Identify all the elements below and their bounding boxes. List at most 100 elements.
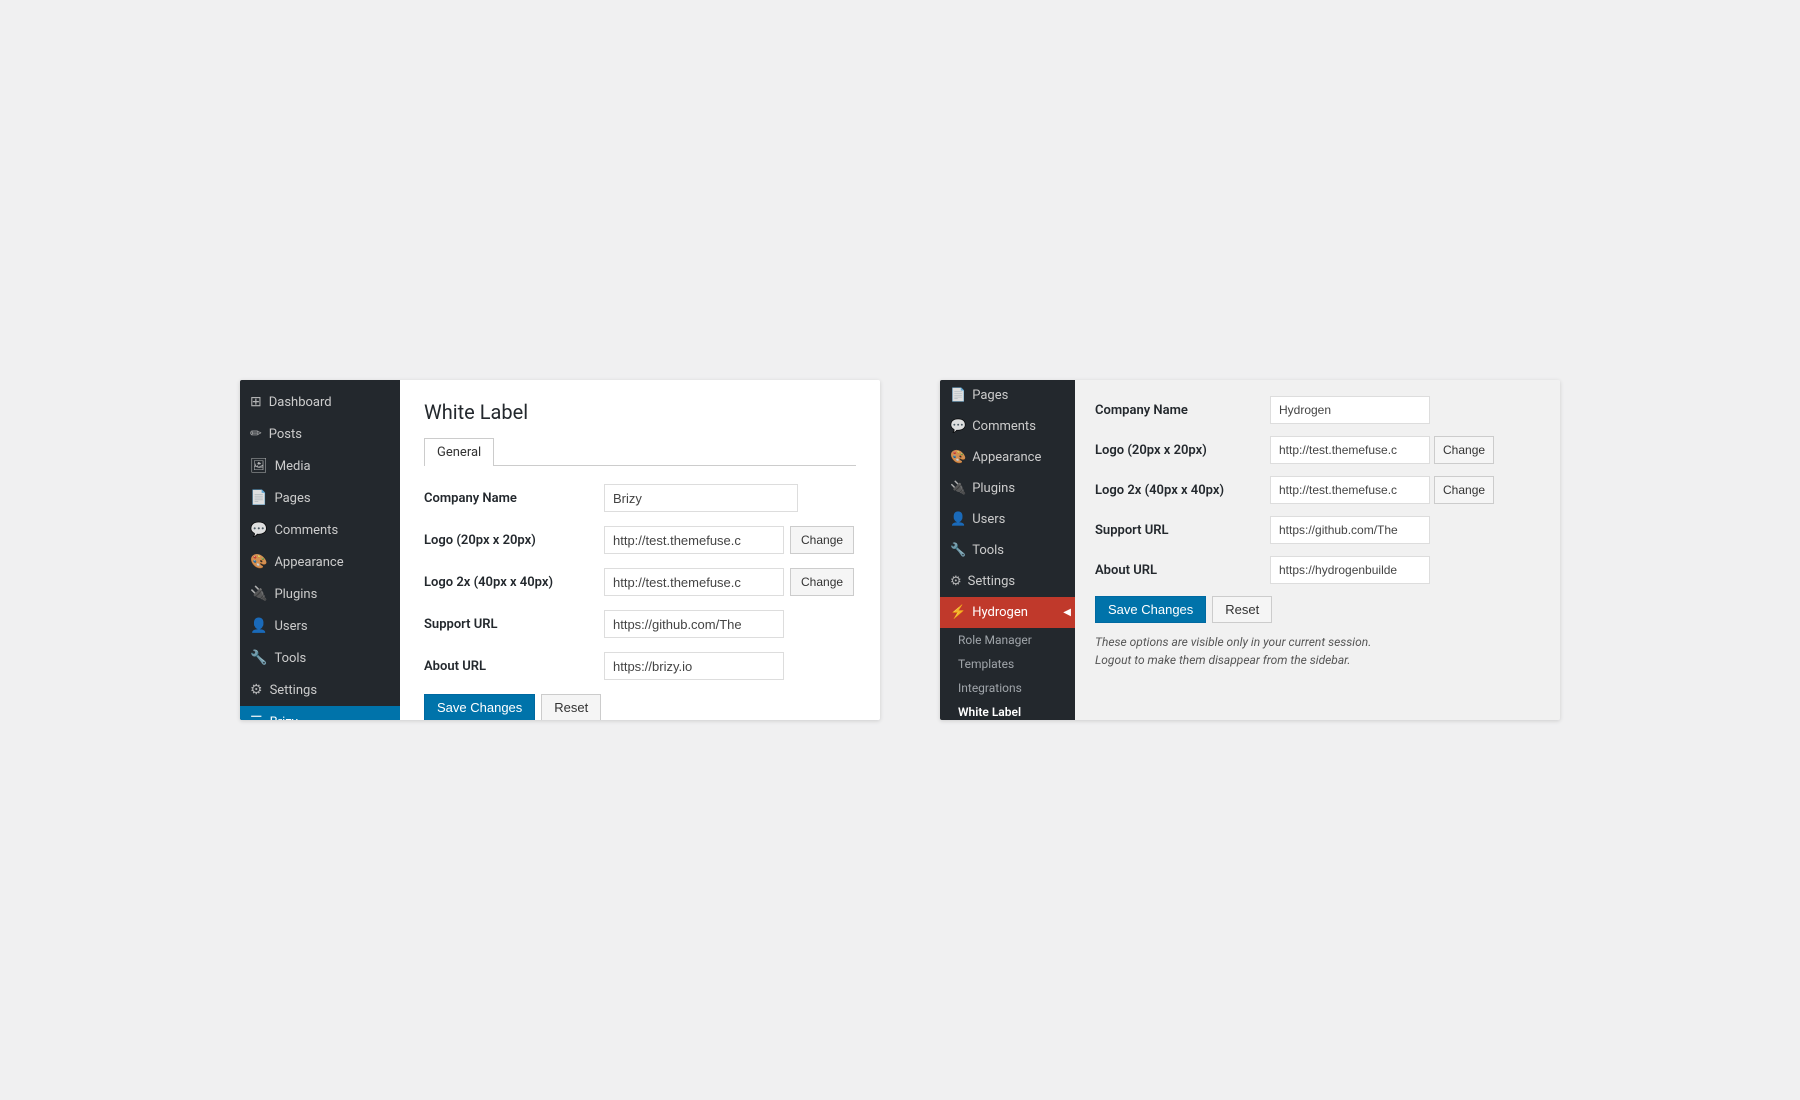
logo-40-row: Logo 2x (40px x 40px) Change <box>424 568 856 596</box>
company-name-input[interactable] <box>604 484 798 512</box>
right-support-url-row: Support URL <box>1095 516 1540 544</box>
right-logo-20-change-button[interactable]: Change <box>1434 436 1494 464</box>
right-logo-20-label: Logo (20px x 20px) <box>1095 443 1270 458</box>
left-sidebar: ⊞ Dashboard ✏ Posts 🖼 Media 📄 Pages 💬 Co… <box>240 380 400 720</box>
dashboard-icon: ⊞ <box>250 394 262 410</box>
right-company-name-input[interactable] <box>1270 396 1430 424</box>
support-url-row: Support URL <box>424 610 856 638</box>
logo-20-input[interactable] <box>604 526 784 554</box>
right-sidebar-item-comments[interactable]: 💬 Comments <box>940 411 1075 442</box>
right-about-url-input[interactable] <box>1270 556 1430 584</box>
right-sidebar-item-hydrogen[interactable]: ⚡ Hydrogen <box>940 597 1075 628</box>
logo-40-input[interactable] <box>604 568 784 596</box>
left-main-content: White Label General Company Name Logo (2… <box>400 380 880 720</box>
tab-bar: General <box>424 438 856 466</box>
right-logo-40-row: Logo 2x (40px x 40px) Change <box>1095 476 1540 504</box>
logo-40-change-button[interactable]: Change <box>790 568 854 596</box>
sidebar-label-posts: Posts <box>269 427 302 442</box>
sidebar-label-appearance: Appearance <box>274 555 343 570</box>
right-sidebar-item-pages[interactable]: 📄 Pages <box>940 380 1075 411</box>
logo-20-change-button[interactable]: Change <box>790 526 854 554</box>
right-tools-icon: 🔧 <box>950 543 966 558</box>
right-comments-icon: 💬 <box>950 419 966 434</box>
right-logo-40-label: Logo 2x (40px x 40px) <box>1095 483 1270 498</box>
settings-icon: ⚙ <box>250 682 263 698</box>
sidebar-label-comments: Comments <box>274 523 338 538</box>
right-sidebar-label-comments: Comments <box>972 419 1036 434</box>
save-changes-button[interactable]: Save Changes <box>424 694 535 720</box>
logo-40-label: Logo 2x (40px x 40px) <box>424 575 604 590</box>
sidebar-item-settings[interactable]: ⚙ Settings <box>240 674 400 706</box>
about-url-input[interactable] <box>604 652 784 680</box>
comments-icon: 💬 <box>250 522 267 538</box>
right-logo-40-input[interactable] <box>1270 476 1430 504</box>
sidebar-item-comments[interactable]: 💬 Comments <box>240 514 400 546</box>
right-sidebar-label-appearance: Appearance <box>972 450 1041 465</box>
right-pages-icon: 📄 <box>950 388 966 403</box>
company-name-row: Company Name <box>424 484 856 512</box>
sidebar-label-tools: Tools <box>274 651 306 666</box>
right-hydrogen-icon: ⚡ <box>950 605 966 620</box>
right-sidebar-label-pages: Pages <box>972 388 1008 403</box>
right-sidebar-label-tools: Tools <box>972 543 1004 558</box>
support-url-input[interactable] <box>604 610 784 638</box>
right-logo-40-change-button[interactable]: Change <box>1434 476 1494 504</box>
right-sidebar-sub-integrations[interactable]: Integrations <box>940 676 1075 700</box>
pages-icon: 📄 <box>250 490 267 506</box>
right-sidebar-item-tools[interactable]: 🔧 Tools <box>940 535 1075 566</box>
sidebar-item-plugins[interactable]: 🔌 Plugins <box>240 578 400 610</box>
support-url-label: Support URL <box>424 617 604 632</box>
sidebar-label-dashboard: Dashboard <box>269 395 332 410</box>
sidebar-label-plugins: Plugins <box>274 587 317 602</box>
right-sidebar-sub-white-label[interactable]: White Label <box>940 700 1075 720</box>
sidebar-label-media: Media <box>275 459 311 474</box>
tab-general[interactable]: General <box>424 438 494 466</box>
right-reset-button[interactable]: Reset <box>1212 596 1272 623</box>
sidebar-label-settings: Settings <box>270 683 317 698</box>
right-settings-icon: ⚙ <box>950 574 962 589</box>
media-icon: 🖼 <box>250 458 268 474</box>
right-about-url-label: About URL <box>1095 563 1270 578</box>
left-actions-row: Save Changes Reset <box>424 694 856 720</box>
right-sidebar-sub-templates[interactable]: Templates <box>940 652 1075 676</box>
right-logo-20-input[interactable] <box>1270 436 1430 464</box>
sidebar-label-users: Users <box>274 619 307 634</box>
sidebar-item-media[interactable]: 🖼 Media <box>240 450 400 482</box>
sidebar-item-tools[interactable]: 🔧 Tools <box>240 642 400 674</box>
right-plugins-icon: 🔌 <box>950 481 966 496</box>
right-logo-20-row: Logo (20px x 20px) Change <box>1095 436 1540 464</box>
right-sidebar-item-appearance[interactable]: 🎨 Appearance <box>940 442 1075 473</box>
sidebar-label-pages: Pages <box>274 491 310 506</box>
note-text: These options are visible only in your c… <box>1095 633 1540 669</box>
appearance-icon: 🎨 <box>250 554 267 570</box>
plugins-icon: 🔌 <box>250 586 267 602</box>
logo-20-row: Logo (20px x 20px) Change <box>424 526 856 554</box>
posts-icon: ✏ <box>250 426 262 442</box>
right-company-name-label: Company Name <box>1095 403 1270 418</box>
sidebar-item-dashboard[interactable]: ⊞ Dashboard <box>240 386 400 418</box>
reset-button[interactable]: Reset <box>541 694 601 720</box>
about-url-label: About URL <box>424 659 604 674</box>
right-sidebar-item-plugins[interactable]: 🔌 Plugins <box>940 473 1075 504</box>
brizy-icon: ☰ <box>250 714 263 720</box>
sidebar-label-brizy: Brizy <box>270 715 298 721</box>
right-sidebar-item-settings[interactable]: ⚙ Settings <box>940 566 1075 597</box>
sidebar-item-posts[interactable]: ✏ Posts <box>240 418 400 450</box>
users-icon: 👤 <box>250 618 267 634</box>
logo-20-label: Logo (20px x 20px) <box>424 533 604 548</box>
right-panel: 📄 Pages 💬 Comments 🎨 Appearance 🔌 Plugin… <box>940 380 1560 720</box>
right-support-url-input[interactable] <box>1270 516 1430 544</box>
right-main-content: Company Name Logo (20px x 20px) Change L… <box>1075 380 1560 720</box>
sidebar-item-pages[interactable]: 📄 Pages <box>240 482 400 514</box>
sidebar-item-users[interactable]: 👤 Users <box>240 610 400 642</box>
right-appearance-icon: 🎨 <box>950 450 966 465</box>
page-title: White Label <box>424 400 856 424</box>
right-sidebar-item-users[interactable]: 👤 Users <box>940 504 1075 535</box>
right-save-changes-button[interactable]: Save Changes <box>1095 596 1206 623</box>
right-sidebar-label-hydrogen: Hydrogen <box>972 605 1028 620</box>
sidebar-item-appearance[interactable]: 🎨 Appearance <box>240 546 400 578</box>
sidebar-item-brizy[interactable]: ☰ Brizy ◀ <box>240 706 400 720</box>
right-sidebar-sub-role-manager[interactable]: Role Manager <box>940 628 1075 652</box>
tools-icon: 🔧 <box>250 650 267 666</box>
right-about-url-row: About URL <box>1095 556 1540 584</box>
